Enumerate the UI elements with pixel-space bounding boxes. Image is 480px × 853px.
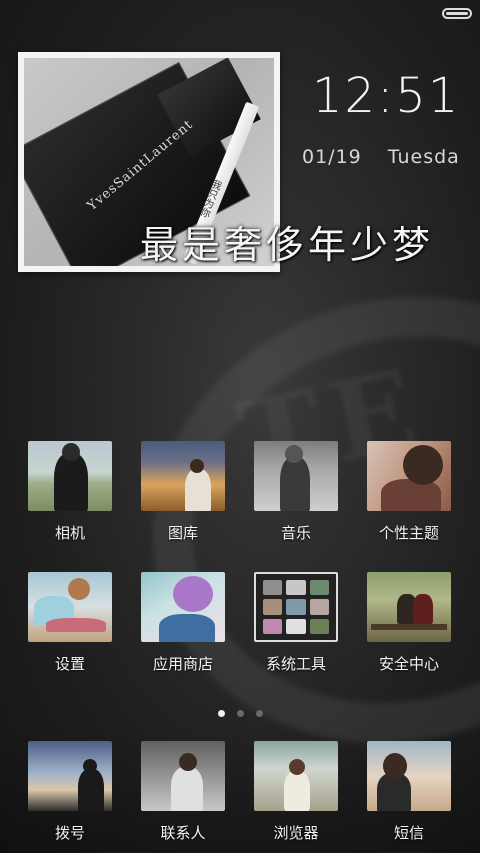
app-label: 相机 (54, 524, 85, 542)
theme-photo-icon (367, 441, 451, 511)
dock-dial[interactable]: 拨号 (20, 741, 120, 843)
page-dot-1[interactable] (217, 710, 225, 717)
dialer-photo-icon (28, 741, 112, 811)
app-label: 拨号 (54, 824, 85, 842)
app-store[interactable]: 应用商店 (133, 572, 233, 674)
page-dot-3[interactable] (255, 710, 263, 717)
clock-time[interactable]: 12:51 (312, 68, 460, 124)
status-toggle-icon[interactable] (442, 8, 472, 19)
app-label: 音乐 (280, 524, 311, 542)
app-label: 设置 (54, 655, 85, 673)
sms-photo-icon (367, 741, 451, 811)
app-theme[interactable]: 个性主题 (359, 441, 459, 543)
date-text: 01/19 (302, 146, 362, 168)
app-settings[interactable]: 设置 (20, 572, 120, 674)
app-label: 系统工具 (265, 655, 326, 673)
clock-date: 01/19 Tuesda (302, 146, 460, 168)
settings-photo-icon (28, 572, 112, 642)
app-label: 应用商店 (152, 655, 213, 673)
dock-browser[interactable]: 浏览器 (246, 741, 346, 843)
contacts-photo-icon (141, 741, 225, 811)
browser-photo-icon (254, 741, 338, 811)
system-tools-folder-icon (254, 572, 338, 642)
gallery-photo-icon (141, 441, 225, 511)
music-photo-icon (254, 441, 338, 511)
app-system-tools[interactable]: 系统工具 (246, 572, 346, 674)
app-label: 安全中心 (378, 655, 439, 673)
page-indicator[interactable] (0, 702, 480, 721)
dock-sms[interactable]: 短信 (359, 741, 459, 843)
app-music[interactable]: 音乐 (246, 441, 346, 543)
app-gallery[interactable]: 图库 (133, 441, 233, 543)
camera-photo-icon (28, 441, 112, 511)
app-security[interactable]: 安全中心 (359, 572, 459, 674)
wallpaper-slogan: 最是奢侈年少梦 (140, 223, 435, 267)
security-photo-icon (367, 572, 451, 642)
app-label: 图库 (167, 524, 198, 542)
app-camera[interactable]: 相机 (20, 441, 120, 543)
app-label: 浏览器 (273, 824, 319, 842)
app-label: 个性主题 (378, 524, 439, 542)
app-store-photo-icon (141, 572, 225, 642)
page-dot-2[interactable] (236, 710, 244, 717)
app-label: 短信 (393, 824, 424, 842)
dock-contacts[interactable]: 联系人 (133, 741, 233, 843)
weekday-text: Tuesda (387, 146, 460, 168)
app-label: 联系人 (160, 824, 206, 842)
